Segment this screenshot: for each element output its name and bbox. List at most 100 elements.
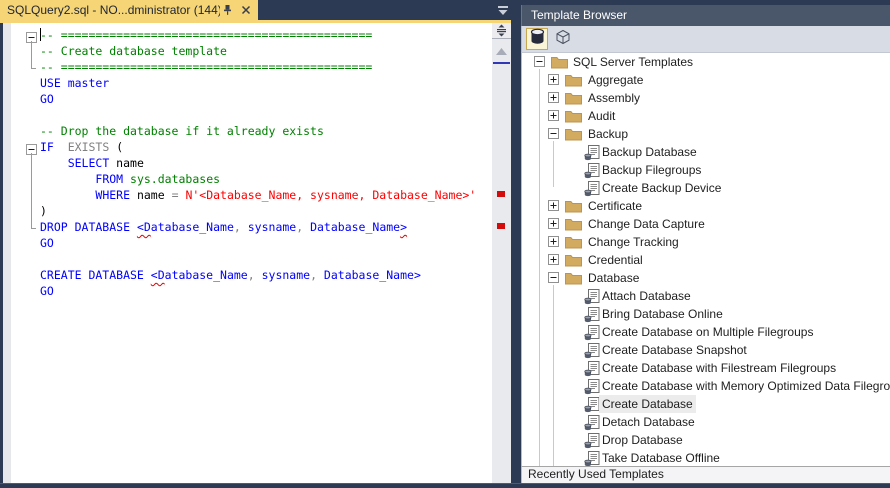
tree-row-label: Take Database Offline [602,449,720,466]
tree-row[interactable]: Attach Database [522,287,890,305]
template-document-icon [584,163,601,178]
tree-row-label: Credential [588,251,643,269]
panel-title: Template Browser [531,8,627,22]
tree-row-label: SQL Server Templates [573,53,693,71]
tree-row[interactable]: Audit [522,107,890,125]
folder-icon [565,109,582,124]
tree-row[interactable]: Backup Filegroups [522,161,890,179]
text-caret [40,28,41,41]
tree-row[interactable]: Create Database with Filestream Filegrou… [522,359,890,377]
expand-icon[interactable] [548,218,559,229]
expand-icon[interactable] [548,236,559,247]
folder-icon [565,235,582,250]
tree-row[interactable]: Create Database with Memory Optimized Da… [522,377,890,395]
template-document-icon [584,451,601,466]
outline-guide [31,153,32,228]
ssms-window: SQLQuery2.sql - NO...dministrator (144)) [0,0,890,488]
code-line: GO [40,283,476,299]
tree-row[interactable]: Change Tracking [522,233,890,251]
collapse-icon[interactable] [548,128,559,139]
split-window-grip-icon[interactable] [492,23,511,39]
window-bottom-edge [0,483,890,488]
tree-row[interactable]: Credential [522,251,890,269]
pin-icon[interactable] [220,3,234,17]
folder-icon [565,217,582,232]
code-line [40,251,476,267]
tree-row[interactable]: Take Database Offline [522,449,890,466]
editor-vertical-scrollbar[interactable] [492,23,511,488]
collapse-toggle-icon[interactable] [26,142,37,153]
document-tab-strip: SQLQuery2.sql - NO...dministrator (144)) [0,0,521,20]
expand-icon[interactable] [548,92,559,103]
tree-row[interactable]: Backup [522,125,890,143]
tree-row-label: Create Backup Device [602,179,721,197]
scrollbar-error-marker [497,191,505,197]
tree-row-label: Assembly [588,89,640,107]
tree-row[interactable]: Create Database on Multiple Filegroups [522,323,890,341]
tab-overflow-chevron-icon[interactable] [495,4,511,17]
folder-icon [565,253,582,268]
document-tab-title: SQLQuery2.sql - NO...dministrator (144)) [0,3,220,17]
scrollbar-error-marker [497,223,505,229]
code-line: -- =====================================… [40,27,476,43]
tree-row[interactable]: Bring Database Online [522,305,890,323]
code-editor-surface[interactable]: -- =====================================… [11,23,492,483]
collapse-toggle-icon[interactable] [26,30,37,41]
expand-icon[interactable] [548,74,559,85]
panel-title-bar[interactable]: Template Browser [521,5,890,26]
code-line: IF EXISTS ( [40,139,476,155]
tree-row[interactable]: Drop Database [522,431,890,449]
tree-row[interactable]: Backup Database [522,143,890,161]
tree-row[interactable]: Database [522,269,890,287]
template-document-icon [584,343,601,358]
expand-icon[interactable] [548,200,559,211]
code-lines: -- =====================================… [40,27,476,299]
template-document-icon [584,145,601,160]
close-icon[interactable] [239,3,253,17]
tree-row[interactable]: SQL Server Templates [522,53,890,71]
scroll-up-arrow-icon[interactable] [496,42,507,60]
recently-used-templates-label: Recently Used Templates [528,467,664,481]
outline-guide-tick [31,228,36,229]
editor-selection-margin[interactable] [3,23,11,483]
code-line: ) [40,203,476,219]
analysis-services-templates-button[interactable] [552,28,574,50]
panel-toolbar [521,26,890,53]
tree-row[interactable]: Create Backup Device [522,179,890,197]
template-document-icon [584,415,601,430]
tree-row-label: Backup Filegroups [602,161,701,179]
tree-row-label: Change Data Capture [588,215,705,233]
code-line: -- Drop the database if it already exist… [40,123,476,139]
tree-row[interactable]: Change Data Capture [522,215,890,233]
editor-pane: SQLQuery2.sql - NO...dministrator (144)) [0,0,521,488]
template-document-icon [584,307,601,322]
code-line: WHERE name = N'<Database_Name, sysname, … [40,187,476,203]
collapse-icon[interactable] [534,56,545,67]
code-line: FROM sys.databases [40,171,476,187]
template-document-icon [584,325,601,340]
tree-row[interactable]: Create Database Snapshot [522,341,890,359]
tree-row[interactable]: Detach Database [522,413,890,431]
sql-server-templates-button[interactable] [526,28,548,50]
tree-row-label: Change Tracking [588,233,679,251]
code-line: GO [40,91,476,107]
expand-icon[interactable] [548,110,559,121]
tree-row-label: Audit [588,107,615,125]
tree-row[interactable]: Assembly [522,89,890,107]
expand-icon[interactable] [548,254,559,265]
template-browser-pane: Template Browser SQL Server TemplatesAgg… [521,0,890,488]
scrollbar-caret-position-line [493,62,510,64]
tree-row[interactable]: Aggregate [522,71,890,89]
tree-row[interactable]: Certificate [522,197,890,215]
recently-used-templates-header[interactable]: Recently Used Templates [521,466,890,483]
template-tree[interactable]: SQL Server TemplatesAggregateAssemblyAud… [521,53,890,466]
outline-guide [31,41,32,68]
collapse-icon[interactable] [548,272,559,283]
code-line: GO [40,235,476,251]
code-line: DROP DATABASE <Database_Name, sysname, D… [40,219,476,235]
document-tab[interactable]: SQLQuery2.sql - NO...dministrator (144)) [0,0,258,20]
tree-row[interactable]: Create Database [522,395,890,413]
tree-row-label: Create Database Snapshot [602,341,747,359]
template-document-icon [584,379,601,394]
code-line: -- Create database template [40,43,476,59]
